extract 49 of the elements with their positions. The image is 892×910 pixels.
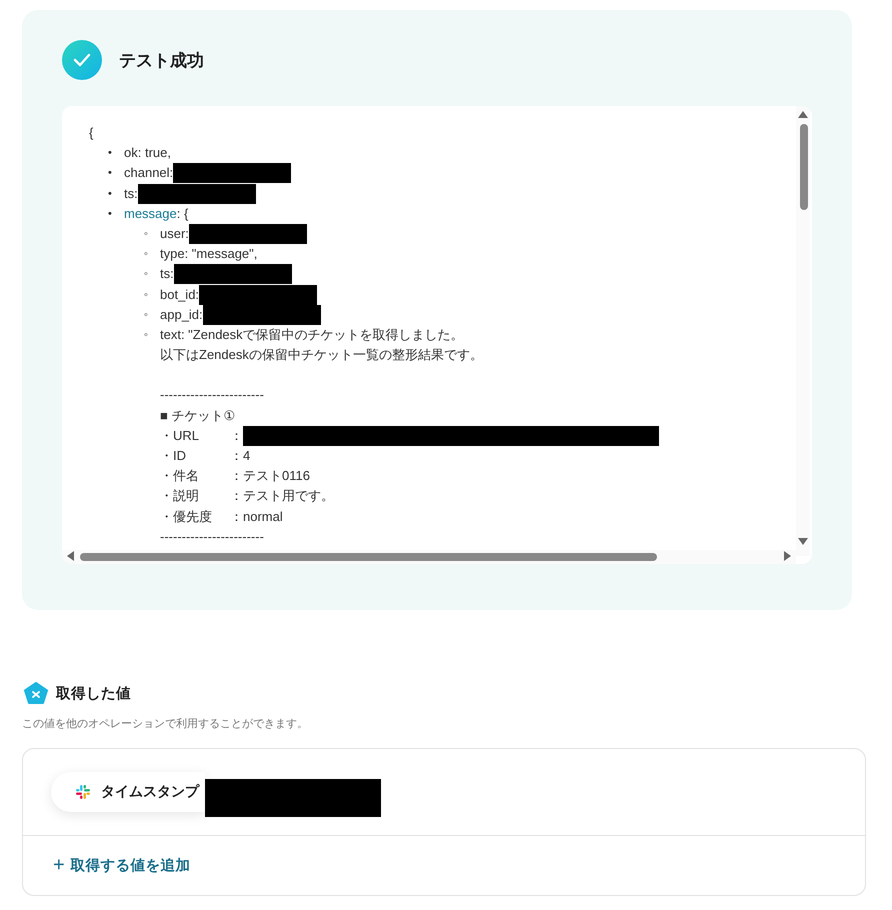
code-text: ■ チケット① xyxy=(160,406,236,425)
list-bullet: ◦ xyxy=(144,288,149,303)
list-bullet: ◦ xyxy=(144,227,149,242)
scroll-left-icon[interactable] xyxy=(66,551,74,561)
code-text: channel: xyxy=(124,165,174,180)
scroll-down-icon[interactable] xyxy=(798,538,808,546)
list-bullet: ◦ xyxy=(144,308,149,323)
scrollbar-thumb[interactable] xyxy=(80,553,657,561)
list-bullet: • xyxy=(108,166,113,182)
scroll-up-icon[interactable] xyxy=(798,110,808,118)
list-bullet: • xyxy=(108,146,113,162)
value-chip[interactable]: タイムスタンプ xyxy=(51,772,205,812)
code-text: : { xyxy=(176,206,188,221)
code-text: { xyxy=(89,124,94,142)
code-text: ts: xyxy=(124,186,138,201)
code-text: text: "Zendeskで保留中のチケットを取得しました。 xyxy=(160,327,464,342)
list-bullet: • xyxy=(108,206,113,222)
code-text: ：normal xyxy=(230,508,283,524)
pentagon-x-icon xyxy=(24,682,48,704)
section-description: この値を他のオペレーションで利用することができます。 xyxy=(22,717,309,731)
scrollbar-thumb[interactable] xyxy=(800,124,808,210)
code-text: ------------------------ xyxy=(160,386,265,404)
code-text: ok: true, xyxy=(124,145,171,160)
code-text: app_id: xyxy=(160,306,203,322)
hash-logo-icon xyxy=(75,784,91,800)
code-text: ： xyxy=(230,428,243,443)
code-text: bot_id: xyxy=(160,286,200,302)
code-text: ：4 xyxy=(230,448,250,464)
list-bullet: ◦ xyxy=(144,267,149,282)
code-text: ・ID xyxy=(160,447,187,466)
result-title: テスト成功 xyxy=(119,50,204,72)
code-text: 以下はZendeskの保留中チケット一覧の整形結果です。 xyxy=(160,346,484,364)
code-text: ：テスト用です。 xyxy=(230,488,334,504)
section-title: 取得した値 xyxy=(56,684,131,702)
code-text: ------------------------ xyxy=(160,528,265,546)
list-bullet: ◦ xyxy=(144,247,149,262)
code-text: type: "message", xyxy=(160,246,258,262)
code-key: message xyxy=(124,206,177,221)
code-text: ・URL xyxy=(160,426,200,445)
list-bullet: • xyxy=(108,186,113,202)
list-bullet: ◦ xyxy=(144,328,149,344)
scroll-right-icon[interactable] xyxy=(784,551,792,561)
code-text: ・説明 xyxy=(160,487,200,506)
code-text: user: xyxy=(160,226,189,242)
code-text: ・優先度 xyxy=(160,508,213,526)
add-value-button[interactable]: + 取得する値を追加 xyxy=(53,855,191,875)
code-text: ・件名 xyxy=(160,467,200,486)
code-text: ts: xyxy=(160,266,174,282)
code-text: ：テスト0116 xyxy=(230,468,310,484)
